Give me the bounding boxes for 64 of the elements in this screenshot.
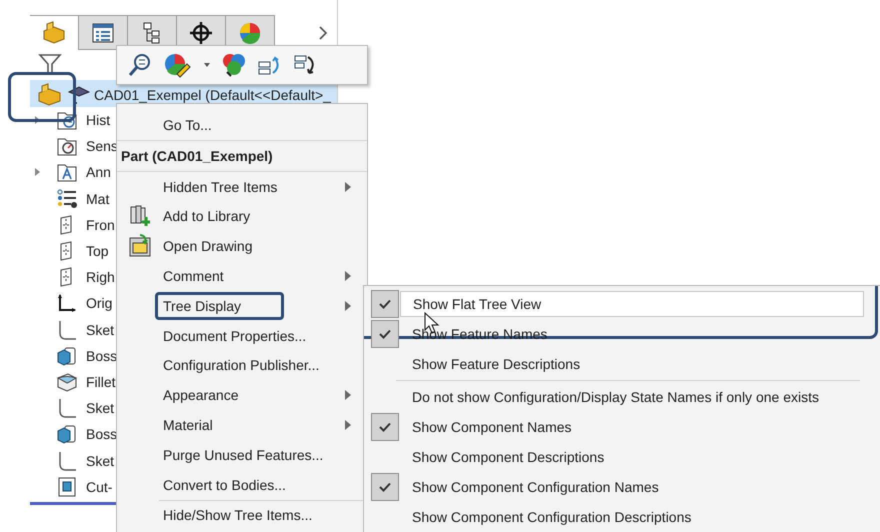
fillet-icon bbox=[56, 370, 78, 393]
tree-item-label[interactable]: Boss bbox=[86, 348, 118, 364]
menu-item[interactable]: Show Flat Tree View bbox=[400, 291, 864, 317]
extrude-icon bbox=[56, 344, 78, 367]
tree-item-label[interactable]: Top bbox=[86, 243, 109, 260]
zoom-icon[interactable] bbox=[127, 52, 153, 78]
menu-item[interactable]: Add to Library bbox=[155, 202, 258, 230]
material-list-icon bbox=[56, 188, 78, 210]
tree-item-label[interactable]: Boss bbox=[86, 426, 118, 442]
menu-item[interactable]: Convert to Bodies... bbox=[155, 470, 294, 499]
menu-item[interactable]: Hide/Show Tree Items... bbox=[155, 501, 320, 530]
part-icon bbox=[41, 21, 67, 45]
list-icon bbox=[91, 22, 115, 44]
tree-item-label[interactable]: Mat bbox=[86, 190, 110, 207]
tree-item-label[interactable]: Righ bbox=[86, 269, 115, 286]
chevron-right-icon[interactable] bbox=[317, 24, 329, 40]
menu-item[interactable]: Show Component Names bbox=[412, 415, 572, 439]
tree-item-label[interactable]: Fron bbox=[86, 216, 115, 233]
dropdown-caret-icon[interactable] bbox=[203, 62, 211, 68]
menu-item[interactable]: Show Component Descriptions bbox=[412, 445, 604, 469]
tree-item-label[interactable]: Sket bbox=[86, 322, 114, 338]
menu-item[interactable]: Do not show Configuration/Display State Names if only one exists bbox=[412, 385, 819, 409]
menu-item[interactable]: Material bbox=[155, 411, 221, 440]
graduation-cap-icon bbox=[68, 84, 90, 106]
tree-item-label[interactable]: Sket bbox=[86, 400, 114, 416]
menu-item[interactable]: Appearance bbox=[155, 381, 247, 410]
menu-item[interactable]: Hidden Tree Items bbox=[155, 172, 286, 201]
open-drawing-icon bbox=[128, 234, 152, 258]
color-balls-icon[interactable] bbox=[221, 52, 247, 78]
tree-item-label[interactable]: Fillet bbox=[86, 374, 116, 390]
menu-header: Part (CAD01_Exempel) bbox=[117, 140, 367, 172]
menu-item[interactable]: Document Properties... bbox=[155, 322, 314, 350]
menu-item[interactable]: Configuration Publisher... bbox=[155, 351, 328, 380]
color-ball-icon bbox=[238, 20, 262, 44]
check-icon bbox=[379, 422, 391, 432]
check-box[interactable] bbox=[371, 290, 399, 318]
appearance-pencil-icon[interactable] bbox=[163, 52, 193, 78]
tree-item-label[interactable]: Orig bbox=[86, 295, 112, 312]
crosshair-icon bbox=[189, 20, 213, 44]
check-box[interactable] bbox=[371, 320, 399, 348]
menu-item[interactable]: Tree Display bbox=[155, 292, 284, 320]
tree-item-label[interactable]: Cut- bbox=[86, 478, 112, 495]
menu-item[interactable]: Show Component Configuration Names bbox=[412, 475, 659, 499]
library-add-icon bbox=[128, 204, 152, 228]
check-icon bbox=[379, 299, 391, 309]
menu-item[interactable]: Purge Unused Features... bbox=[155, 440, 332, 469]
menu-item[interactable]: Go To... bbox=[155, 110, 220, 139]
tree-item-label[interactable]: Ann bbox=[86, 164, 111, 180]
menu-item[interactable]: Open Drawing bbox=[155, 232, 260, 260]
check-box[interactable] bbox=[371, 473, 399, 501]
menu-item[interactable]: Comment bbox=[155, 262, 232, 290]
tree-item-label[interactable]: Sket bbox=[86, 452, 114, 469]
menu-item[interactable]: Show Component Configuration Descriptions bbox=[412, 505, 692, 529]
tree-root-label: CAD01_Exempel (Default<<Default>_ bbox=[94, 87, 331, 103]
check-box[interactable] bbox=[371, 413, 399, 441]
cut-extrude-icon bbox=[56, 476, 78, 498]
panel-tab[interactable] bbox=[79, 15, 128, 50]
menu-item[interactable]: Show Feature Descriptions bbox=[412, 352, 580, 376]
axes-icon bbox=[56, 292, 78, 314]
check-icon bbox=[379, 482, 391, 492]
check-icon bbox=[379, 329, 391, 339]
extrude-icon bbox=[56, 423, 78, 446]
tree-item-label[interactable]: Hist bbox=[86, 112, 110, 128]
filter-icon[interactable] bbox=[38, 53, 62, 75]
